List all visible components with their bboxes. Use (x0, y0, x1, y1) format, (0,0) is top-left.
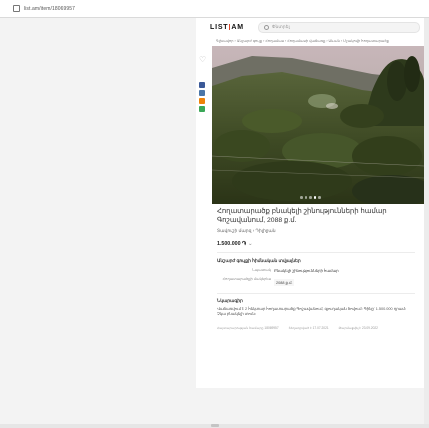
whatsapp-share-icon[interactable] (199, 106, 205, 112)
listing-price[interactable]: 1.500.000 ֏ ⌄ (217, 241, 252, 248)
photo-dot[interactable] (318, 196, 321, 199)
attr-label-purpose: Նպատակ (252, 268, 271, 272)
search-placeholder: Փնտրել (271, 24, 290, 29)
description-section-title: Նկարագիր (217, 298, 243, 303)
listing-meta: Հայտարարության համարը 18069957 Տեղադրված… (217, 326, 415, 330)
photo-pagination[interactable] (300, 196, 321, 199)
vk-share-icon[interactable] (199, 90, 205, 96)
description-text: Վաճառվում է 2 հեկտար հողատարածք Գոշավանո… (217, 307, 407, 316)
currency-chevron-icon[interactable]: ⌄ (248, 241, 252, 247)
photo-dot[interactable] (300, 196, 303, 199)
lock-icon (13, 5, 20, 12)
action-sidebar (196, 36, 212, 388)
listing-photo[interactable] (212, 46, 424, 204)
odnoklassniki-share-icon[interactable] (199, 98, 205, 104)
url-text[interactable]: list.am/item/18069957 (24, 6, 75, 12)
listing-location[interactable]: Տավուշի մարզ › Դիլիջան (217, 228, 276, 234)
updated-date: Թարմացվել է 23.09.2022 (338, 326, 378, 330)
site-logo[interactable]: LIST AM (210, 23, 244, 31)
divider (217, 293, 415, 294)
browser-address-bar[interactable]: list.am/item/18069957 (0, 0, 429, 18)
favorite-heart-icon[interactable]: ♡ (199, 56, 208, 64)
posted-date: Տեղադրված է 17.07.2021 (288, 326, 329, 330)
search-input[interactable]: Փնտրել (257, 21, 420, 33)
attr-label-area: Հողատարածքի մակերես (222, 277, 271, 281)
breadcrumb[interactable]: Գլխավոր › Անշարժ գույք › Հողամաս › Հողամ… (216, 39, 389, 43)
details-section-title: Անշարժ գույքի հիմնական տվյալներ (217, 258, 301, 263)
facebook-share-icon[interactable] (199, 82, 205, 88)
photo-dot[interactable] (309, 196, 312, 199)
photo-dot-active[interactable] (313, 196, 316, 199)
divider (217, 252, 415, 253)
bottom-scrollbar[interactable] (0, 424, 429, 428)
attr-value-purpose: Բնակելի շինությունների համար (274, 269, 339, 273)
landscape-photo (212, 46, 424, 204)
scroll-thumb[interactable] (211, 424, 219, 427)
photo-dot[interactable] (304, 196, 307, 199)
site-header: LIST AM Փնտրել (196, 18, 424, 36)
attr-value-area: 2088 ք.մ. (274, 279, 295, 286)
ad-id: Հայտարարության համարը 18069957 (217, 326, 279, 330)
listing-title: Հողատարածք բնակելի շինությունների համար … (217, 208, 387, 224)
search-icon (263, 24, 269, 30)
right-gutter (424, 18, 429, 424)
left-column (10, 18, 196, 424)
